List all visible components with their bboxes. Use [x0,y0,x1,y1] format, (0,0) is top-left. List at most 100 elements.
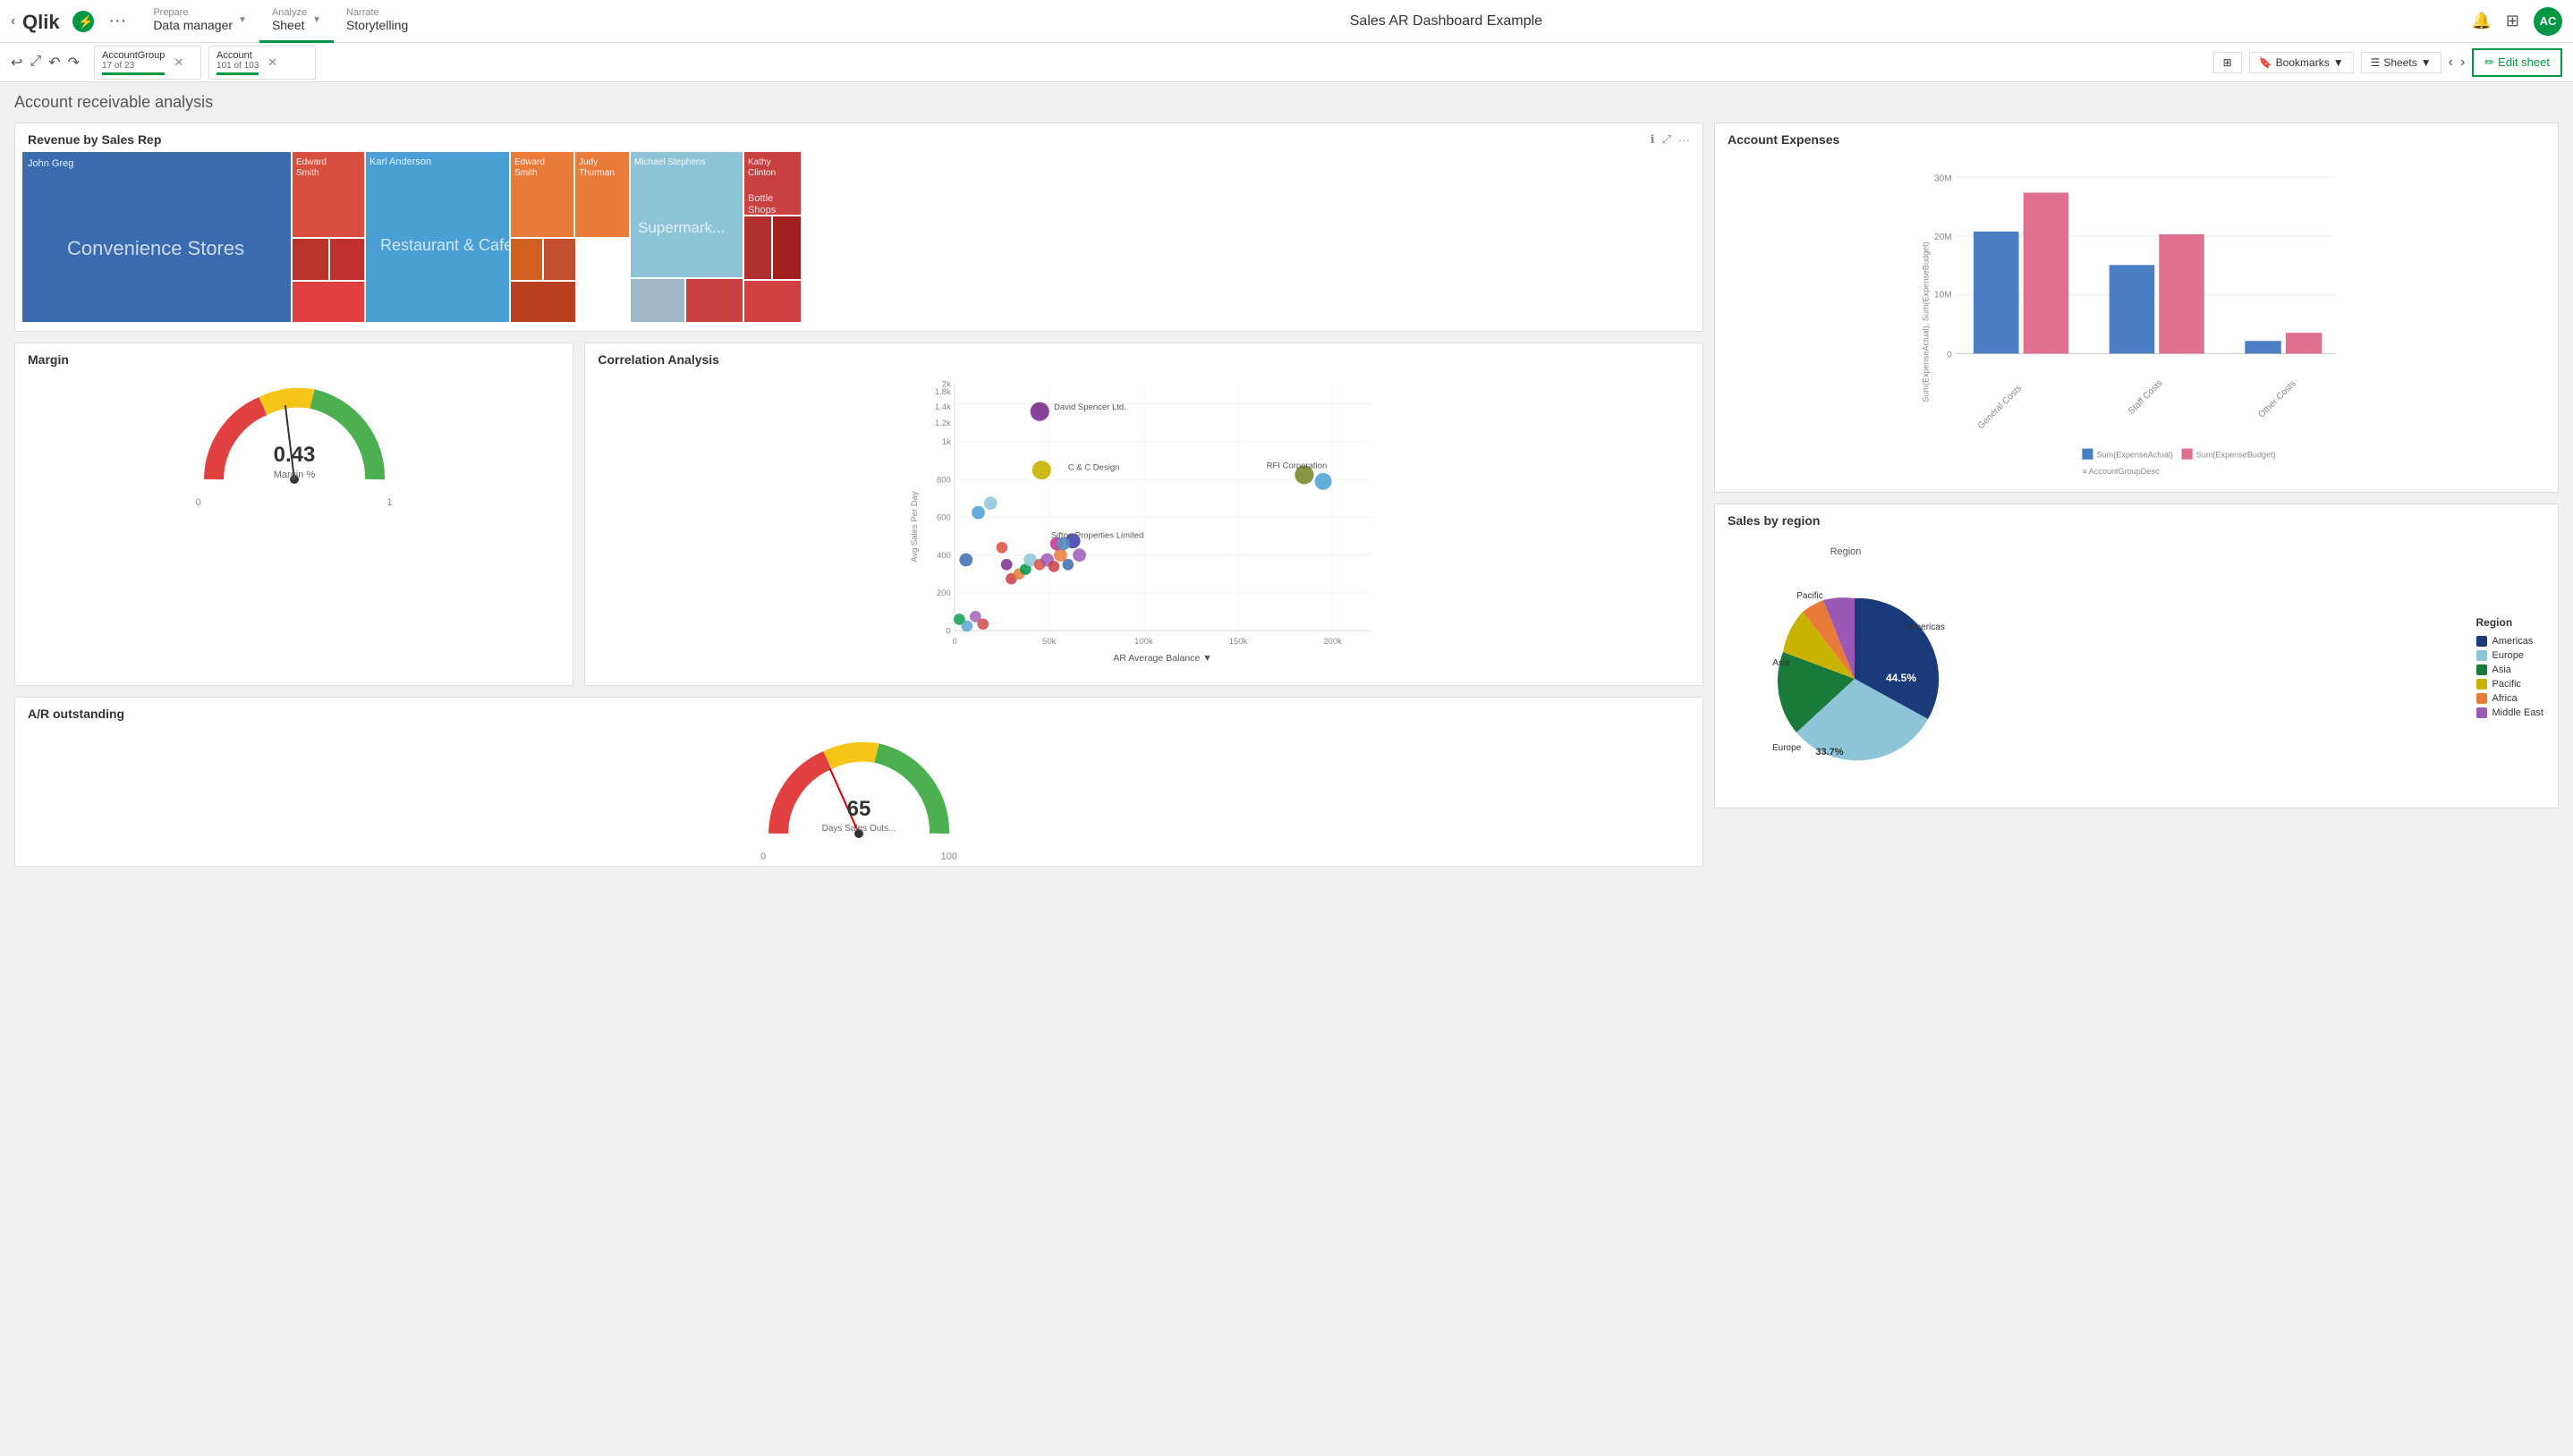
account-filter-label: Account [217,50,259,61]
svg-text:Supermark...: Supermark... [638,219,725,236]
svg-text:30M: 30M [1934,174,1952,183]
legend-label-asia: Asia [2492,665,2511,675]
filter-bar: ↩ ⤢ ↶ ↷ AccountGroup 17 of 23 ✕ Account … [0,43,2573,82]
account-group-filter[interactable]: AccountGroup 17 of 23 ✕ [94,46,201,80]
svg-text:1.4k: 1.4k [935,402,951,412]
account-filter-sub: 101 of 103 [217,61,259,71]
svg-text:Qlik: Qlik [22,11,60,33]
expenses-svg: Sum(ExpenseActual), Sum(ExpenseBudget) 3… [1729,159,2543,485]
bar-staff-budget [2159,234,2204,353]
svg-text:65: 65 [847,797,871,821]
narrate-nav-item[interactable]: Narrate Storytelling [334,0,420,43]
svg-text:John Greg: John Greg [28,158,73,169]
treemap-cell-kathy2[interactable] [744,216,771,279]
svg-text:Restaurant & Cafes: Restaurant & Cafes [380,236,521,254]
legend-label-africa: Africa [2492,693,2518,704]
treemap-cell-michael2[interactable] [631,279,684,322]
treemap-cell-kathy4[interactable] [744,281,801,322]
treemap-cell-michael[interactable] [631,152,743,277]
prev-sheet-button[interactable]: ‹ [2449,55,2453,71]
treemap-cell-edward4[interactable] [293,282,364,322]
bookmarks-label: Bookmarks [2276,56,2330,69]
grid-view-button[interactable]: ⊞ [2213,52,2242,73]
sheets-icon: ☰ [2371,56,2381,69]
bookmarks-button[interactable]: 🔖 Bookmarks ▼ [2249,52,2354,73]
back-button[interactable]: ‹ [11,13,15,30]
svg-text:David Spencer Ltd.: David Spencer Ltd. [1054,402,1126,412]
svg-text:0: 0 [1947,350,1952,360]
svg-text:800: 800 [937,475,951,485]
treemap-cell-edward3[interactable] [330,239,364,280]
revenue-more-icon[interactable]: ··· [1678,133,1690,147]
legend-dot-asia [2476,665,2487,675]
revenue-expand-icon[interactable]: ⤢ [1662,132,1671,147]
app-title: Sales AR Dashboard Example [420,13,2471,30]
treemap-cell-edward2[interactable] [293,239,328,280]
analyze-label: Analyze [272,7,307,18]
sales-region-panel: Sales by region Region [1714,504,2559,808]
svg-text:Michael Stephens: Michael Stephens [634,157,706,167]
sales-region-title: Sales by region [1728,513,2545,528]
back-icon[interactable]: ↶ [48,54,60,72]
ar-title: A/R outstanding [28,707,1690,721]
margin-title: Margin [28,352,560,367]
page-content: Account receivable analysis Revenue by S… [0,82,2573,877]
margin-min-label: 0 [196,497,201,508]
analyze-sub: Sheet [272,18,307,32]
margin-panel: Margin [14,343,573,686]
svg-text:Avg Sales Per Day: Avg Sales Per Day [910,491,920,563]
sales-region-chart-area: Region [1715,533,2558,808]
svg-text:Edward: Edward [296,157,327,167]
svg-text:General Costs: General Costs [1976,384,2024,431]
svg-text:2k: 2k [942,380,951,390]
svg-text:Staff Costs: Staff Costs [2127,378,2165,417]
prepare-nav-item[interactable]: Prepare Data manager ▼ [140,0,259,43]
svg-text:Sum(ExpenseActual): Sum(ExpenseActual) [2097,451,2173,460]
account-group-filter-close[interactable]: ✕ [174,55,183,70]
expand-icon[interactable]: ⤢ [30,54,41,72]
bookmark-icon: 🔖 [2259,56,2272,69]
treemap-cell-orange4[interactable] [511,282,575,322]
legend-dot-middle-east [2476,707,2487,718]
revenue-info-icon[interactable]: ℹ [1651,132,1655,147]
analyze-nav-item[interactable]: Analyze Sheet ▼ [259,0,334,43]
narrate-label: Narrate [346,7,408,18]
svg-text:Region: Region [1830,546,1862,557]
svg-text:AR Average Balance ▼: AR Average Balance ▼ [1114,653,1213,664]
svg-text:100k: 100k [1134,637,1153,647]
legend-item-middle-east: Middle East [2476,707,2543,718]
treemap-cell-red2[interactable] [686,279,743,322]
bar-other-budget [2286,333,2322,353]
ar-gauge: 65 Days Sales Outs... 0 100 [15,726,1703,866]
grid-icon[interactable]: ⊞ [2506,12,2519,30]
revenue-title: Revenue by Sales Rep [28,132,1643,147]
account-filter-close[interactable]: ✕ [267,55,277,70]
svg-text:Shops: Shops [748,205,777,216]
treemap-svg: John Greg Convenience Stores Edward Smit… [22,152,1695,322]
margin-gauge-svg: 0.43 Margin % [196,381,393,497]
treemap-cell-kathy3[interactable] [773,216,801,279]
next-sheet-button[interactable]: › [2460,55,2465,71]
svg-text:RFI Corporation: RFI Corporation [1267,461,1328,471]
svg-text:Asia: Asia [1772,658,1790,668]
bar-staff-actual [2110,265,2155,353]
expenses-panel-header: Account Expenses [1715,123,2558,152]
svg-text:Thurman: Thurman [579,168,615,178]
more-options-icon[interactable]: ··· [108,11,126,31]
treemap-cell-orange2[interactable] [511,239,542,280]
legend-dot-pacific [2476,679,2487,690]
svg-text:Pacific: Pacific [1796,591,1822,601]
sheets-button[interactable]: ☰ Sheets ▼ [2361,52,2441,73]
treemap-container: John Greg Convenience Stores Edward Smit… [15,152,1703,331]
notifications-icon[interactable]: 🔔 [2471,12,2491,30]
sheets-arrow-icon: ▼ [2421,56,2432,69]
account-filter[interactable]: Account 101 of 103 ✕ [208,46,316,80]
edit-sheet-button[interactable]: ✏ Edit sheet [2472,48,2562,77]
user-avatar[interactable]: AC [2534,7,2562,36]
undo-icon[interactable]: ↩ [11,54,22,72]
forward-icon[interactable]: ↷ [68,54,80,72]
svg-text:Kathy: Kathy [748,157,771,167]
edit-icon: ✏ [2484,55,2494,70]
svg-text:≡ AccountGroupDesc: ≡ AccountGroupDesc [2082,467,2160,476]
treemap-cell-orange3[interactable] [544,239,575,280]
